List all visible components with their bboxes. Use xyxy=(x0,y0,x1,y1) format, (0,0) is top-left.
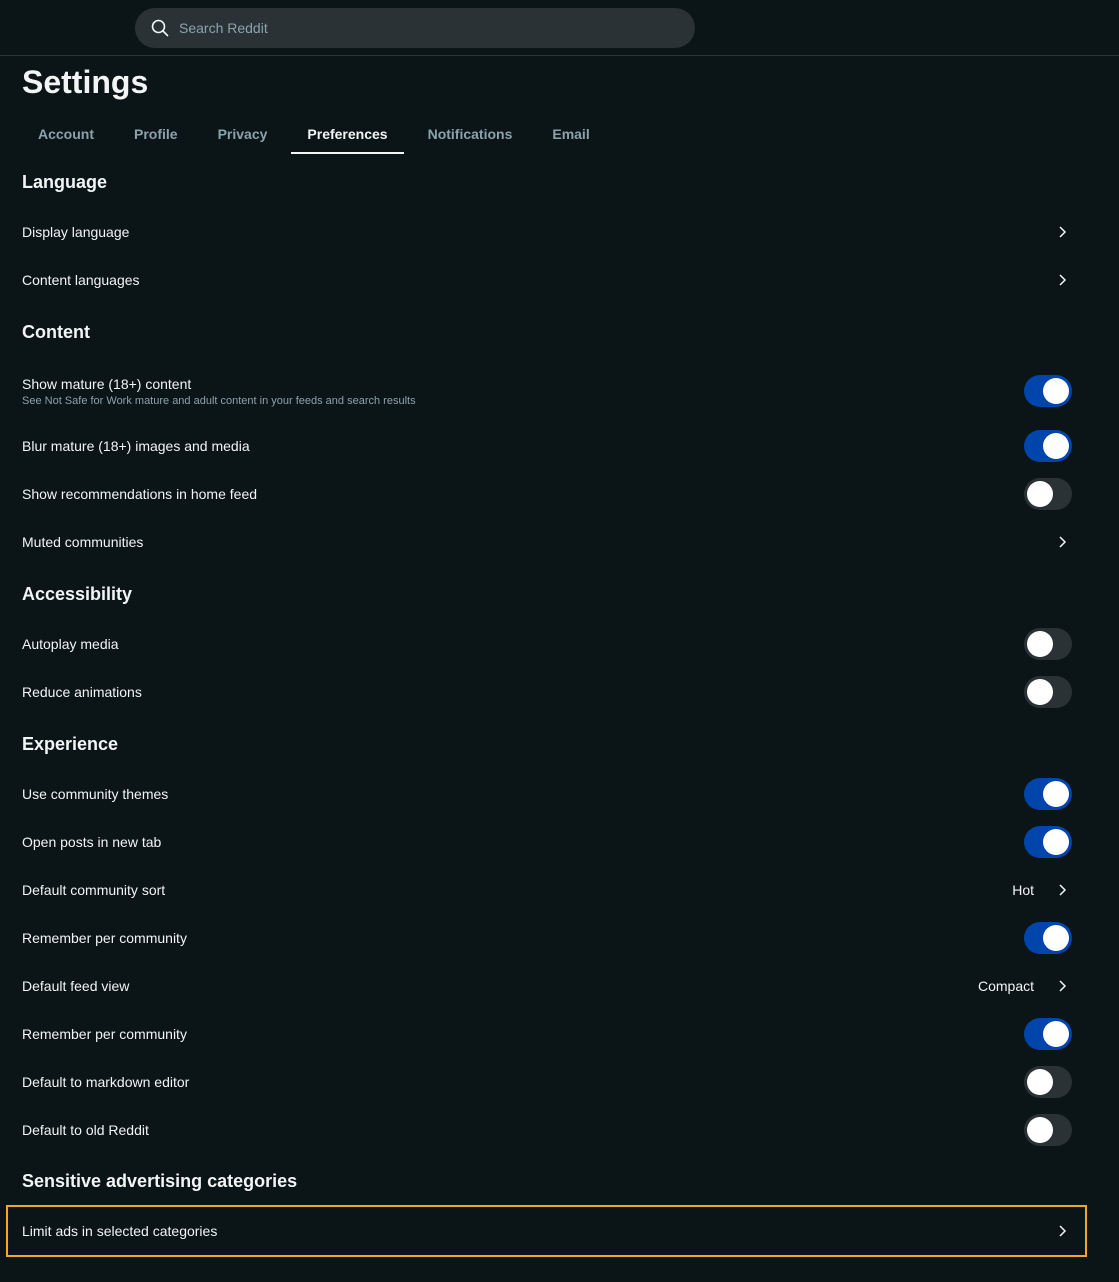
toggle-knob xyxy=(1043,925,1069,951)
default-feed-view-row[interactable]: Default feed view Compact xyxy=(22,974,1072,998)
blur-mature-toggle[interactable] xyxy=(1024,430,1072,462)
remember-view-row[interactable]: Remember per community xyxy=(22,1018,1072,1050)
toggle-knob xyxy=(1027,679,1053,705)
reduce-animations-row[interactable]: Reduce animations xyxy=(22,676,1072,708)
chevron-right-icon xyxy=(1054,224,1070,240)
row-label: Show mature (18+) content xyxy=(22,376,192,392)
show-mature-row[interactable]: Show mature (18+) content See Not Safe f… xyxy=(22,374,1072,408)
row-label: Limit ads in selected categories xyxy=(22,1223,218,1239)
chevron-right-icon xyxy=(1054,272,1070,288)
toggle-knob xyxy=(1043,378,1069,404)
default-sort-value: Hot xyxy=(1012,882,1034,898)
remember-sort-row[interactable]: Remember per community xyxy=(22,922,1072,954)
row-label: Blur mature (18+) images and media xyxy=(22,438,250,454)
chevron-right-icon xyxy=(1054,882,1070,898)
tab-account[interactable]: Account xyxy=(22,116,110,154)
toggle-knob xyxy=(1043,1021,1069,1047)
row-label: Use community themes xyxy=(22,786,169,802)
toggle-knob xyxy=(1027,1117,1053,1143)
row-label: Default feed view xyxy=(22,978,130,994)
tab-notifications[interactable]: Notifications xyxy=(412,116,529,154)
muted-communities-row[interactable]: Muted communities xyxy=(22,530,1072,554)
old-reddit-toggle[interactable] xyxy=(1024,1114,1072,1146)
row-label: Autoplay media xyxy=(22,636,119,652)
community-themes-row[interactable]: Use community themes xyxy=(22,778,1072,810)
row-label: Muted communities xyxy=(22,534,144,550)
toggle-knob xyxy=(1027,1069,1053,1095)
section-heading-accessibility: Accessibility xyxy=(22,584,133,604)
settings-tabs: Account Profile Privacy Preferences Noti… xyxy=(22,116,614,154)
search-bar[interactable] xyxy=(135,8,695,48)
row-label: Default to old Reddit xyxy=(22,1122,149,1138)
row-description: See Not Safe for Work mature and adult c… xyxy=(22,395,416,407)
chevron-right-icon xyxy=(1054,1223,1070,1239)
markdown-editor-toggle[interactable] xyxy=(1024,1066,1072,1098)
open-new-tab-row[interactable]: Open posts in new tab xyxy=(22,826,1072,858)
section-heading-content: Content xyxy=(22,322,90,342)
toggle-knob xyxy=(1027,481,1053,507)
open-new-tab-toggle[interactable] xyxy=(1024,826,1072,858)
community-themes-toggle[interactable] xyxy=(1024,778,1072,810)
row-label: Open posts in new tab xyxy=(22,834,162,850)
remember-sort-toggle[interactable] xyxy=(1024,922,1072,954)
toggle-knob xyxy=(1043,829,1069,855)
tab-email[interactable]: Email xyxy=(536,116,605,154)
recommendations-row[interactable]: Show recommendations in home feed xyxy=(22,478,1072,510)
reduce-animations-toggle[interactable] xyxy=(1024,676,1072,708)
show-mature-toggle[interactable] xyxy=(1024,375,1072,407)
chevron-right-icon xyxy=(1054,978,1070,994)
content-languages-row[interactable]: Content languages xyxy=(22,268,1072,292)
top-bar xyxy=(0,0,1119,56)
row-label: Default community sort xyxy=(22,882,166,898)
tab-preferences[interactable]: Preferences xyxy=(291,116,404,154)
section-heading-language: Language xyxy=(22,172,108,192)
blur-mature-row[interactable]: Blur mature (18+) images and media xyxy=(22,430,1072,462)
toggle-knob xyxy=(1027,631,1053,657)
limit-ads-row[interactable]: Limit ads in selected categories xyxy=(22,1219,1072,1243)
row-label: Remember per community xyxy=(22,1026,187,1042)
old-reddit-row[interactable]: Default to old Reddit xyxy=(22,1114,1072,1146)
row-label: Content languages xyxy=(22,272,140,288)
row-label: Default to markdown editor xyxy=(22,1074,190,1090)
recommendations-toggle[interactable] xyxy=(1024,478,1072,510)
search-icon xyxy=(151,19,169,37)
page-title: Settings xyxy=(22,64,149,100)
default-sort-row[interactable]: Default community sort Hot xyxy=(22,878,1072,902)
toggle-knob xyxy=(1043,781,1069,807)
row-label: Remember per community xyxy=(22,930,187,946)
toggle-knob xyxy=(1043,433,1069,459)
tab-privacy[interactable]: Privacy xyxy=(202,116,284,154)
row-label: Show recommendations in home feed xyxy=(22,486,258,502)
row-label: Reduce animations xyxy=(22,684,142,700)
markdown-editor-row[interactable]: Default to markdown editor xyxy=(22,1066,1072,1098)
search-input[interactable] xyxy=(177,19,661,37)
chevron-right-icon xyxy=(1054,534,1070,550)
tab-profile[interactable]: Profile xyxy=(118,116,194,154)
remember-view-toggle[interactable] xyxy=(1024,1018,1072,1050)
display-language-row[interactable]: Display language xyxy=(22,220,1072,244)
section-heading-experience: Experience xyxy=(22,734,119,754)
section-heading-sensitive-ads: Sensitive advertising categories xyxy=(22,1171,298,1191)
autoplay-toggle[interactable] xyxy=(1024,628,1072,660)
row-label: Display language xyxy=(22,224,130,240)
default-feed-view-value: Compact xyxy=(977,978,1034,994)
autoplay-row[interactable]: Autoplay media xyxy=(22,628,1072,660)
